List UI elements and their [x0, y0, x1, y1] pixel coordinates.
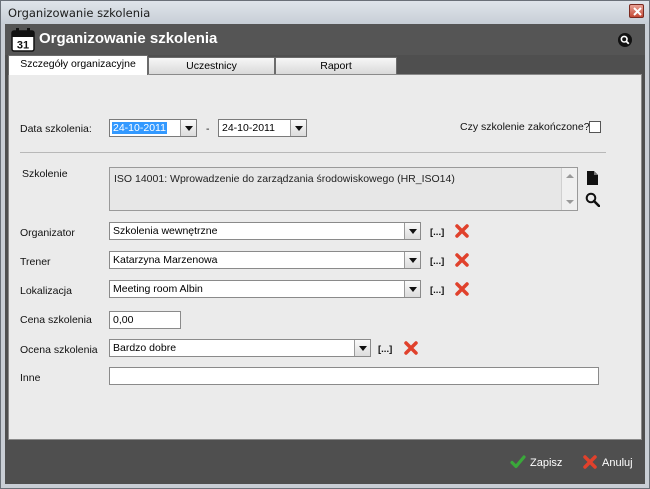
training-scrollbar[interactable]	[561, 168, 577, 210]
cancel-button[interactable]: Anuluj	[582, 454, 642, 472]
tab-raport[interactable]: Raport	[275, 57, 397, 74]
rating-label: Ocena szkolenia	[20, 344, 98, 356]
cancel-label: Anuluj	[602, 457, 633, 469]
date-to-dropdown-icon[interactable]	[290, 120, 306, 136]
chevron-down-icon[interactable]	[354, 340, 370, 356]
dialog-window: Organizowanie szkolenia 31 Organizowanie…	[0, 0, 650, 489]
chevron-down-icon[interactable]	[404, 281, 420, 297]
location-clear-icon[interactable]	[454, 281, 470, 297]
price-label: Cena szkolenia	[20, 314, 92, 326]
location-value: Meeting room Albin	[113, 283, 203, 295]
rating-browse-button[interactable]: [...]	[378, 344, 392, 355]
finished-checkbox[interactable]	[589, 121, 601, 133]
trainer-value: Katarzyna Marzenowa	[113, 254, 218, 266]
window-title: Organizowanie szkolenia	[8, 6, 151, 20]
checkmark-icon	[510, 455, 526, 469]
trainer-clear-icon[interactable]	[454, 252, 470, 268]
organizer-label: Organizator	[20, 227, 75, 239]
save-label: Zapisz	[530, 457, 563, 469]
tab-szczegoly[interactable]: Szczegóły organizacyjne	[8, 55, 148, 75]
chevron-down-icon[interactable]	[404, 223, 420, 239]
other-input[interactable]	[109, 367, 599, 385]
location-browse-button[interactable]: [...]	[430, 285, 444, 296]
location-label: Lokalizacja	[20, 285, 72, 297]
page-title: Organizowanie szkolenia	[39, 30, 218, 47]
tab-bar: Szczegóły organizacyjne Uczestnicy Rapor…	[8, 55, 642, 75]
close-icon	[633, 7, 642, 16]
date-from-picker[interactable]: 24-10-2011	[109, 119, 197, 137]
calendar-icon: 31	[11, 28, 35, 52]
training-textarea[interactable]: ISO 14001: Wprowadzenie do zarządzania ś…	[109, 167, 578, 211]
search-icon[interactable]	[618, 33, 632, 47]
organizer-clear-icon[interactable]	[454, 223, 470, 239]
cancel-icon	[583, 455, 597, 469]
date-range-separator: -	[206, 123, 210, 135]
calendar-day: 31	[17, 40, 29, 52]
rating-select[interactable]: Bardzo dobre	[109, 339, 371, 357]
window-titlebar[interactable]: Organizowanie szkolenia	[1, 1, 649, 24]
rating-value: Bardzo dobre	[113, 342, 177, 354]
scroll-down-icon[interactable]	[566, 200, 574, 204]
dialog-footer: Zapisz Anuluj	[5, 442, 645, 484]
organizer-select[interactable]: Szkolenia wewnętrzne	[109, 222, 421, 240]
details-panel: Data szkolenia: 24-10-2011 - 24-10-2011 …	[8, 74, 642, 440]
trainer-label: Trener	[20, 256, 51, 268]
price-value[interactable]: 0,00	[113, 314, 133, 326]
scroll-up-icon[interactable]	[566, 174, 574, 178]
organizer-browse-button[interactable]: [...]	[430, 227, 444, 238]
date-from-dropdown-icon[interactable]	[180, 120, 196, 136]
tab-uczestnicy[interactable]: Uczestnicy	[148, 57, 275, 74]
divider	[20, 152, 606, 153]
date-to-picker[interactable]: 24-10-2011	[218, 119, 307, 137]
window-close-button[interactable]	[629, 4, 644, 18]
document-icon[interactable]	[587, 171, 598, 185]
dialog-body: 31 Organizowanie szkolenia Szczegóły org…	[5, 24, 645, 484]
trainer-select[interactable]: Katarzyna Marzenowa	[109, 251, 421, 269]
date-from-value[interactable]: 24-10-2011	[112, 122, 167, 134]
search-training-icon[interactable]	[585, 192, 600, 207]
date-label: Data szkolenia:	[20, 123, 92, 135]
other-label: Inne	[20, 372, 41, 384]
organizer-value: Szkolenia wewnętrzne	[113, 225, 218, 237]
training-value: ISO 14001: Wprowadzenie do zarządzania ś…	[114, 173, 455, 185]
chevron-down-icon[interactable]	[404, 252, 420, 268]
location-select[interactable]: Meeting room Albin	[109, 280, 421, 298]
save-button[interactable]: Zapisz	[510, 454, 570, 472]
price-input[interactable]: 0,00	[109, 311, 181, 329]
date-to-value[interactable]: 24-10-2011	[221, 122, 276, 134]
finished-label: Czy szkolenie zakończone?	[460, 121, 590, 133]
dialog-header: 31 Organizowanie szkolenia	[5, 24, 645, 55]
training-label: Szkolenie	[22, 168, 68, 180]
trainer-browse-button[interactable]: [...]	[430, 256, 444, 267]
rating-clear-icon[interactable]	[403, 340, 419, 356]
